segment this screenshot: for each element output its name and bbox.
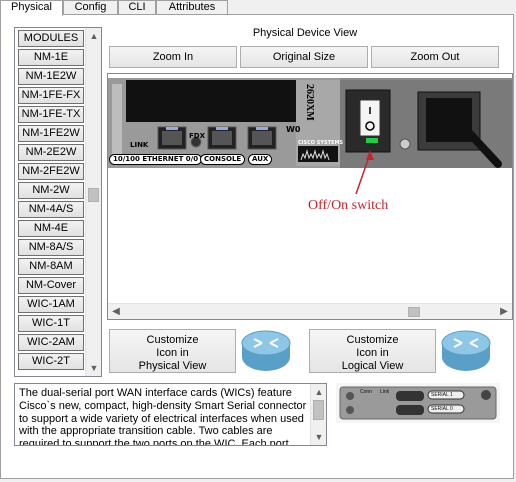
zoom-out-button[interactable]: Zoom Out [371,46,499,68]
device-view-hscroll[interactable]: ◀ ▶ [108,303,512,319]
scroll-left-icon[interactable]: ◀ [108,304,124,319]
module-list-items: MODULES NM-1E NM-1E2W NM-1FE-FX NM-1FE-TX NM-… [16,29,86,372]
tab-physical[interactable]: Physical [0,0,63,16]
module-item[interactable]: NM-8AM [18,258,84,275]
module-item[interactable]: NM-1FE2W [18,125,84,142]
description-text: The dual-serial port WAN interface cards… [19,387,307,446]
module-item[interactable]: NM-2E2W [18,144,84,161]
scroll-up-icon[interactable]: ▲ [86,28,102,44]
console-label: CONSOLE [200,154,246,165]
wic-serial1-label: SERIAL 1 [431,392,453,398]
module-description[interactable]: The dual-serial port WAN interface cards… [14,383,327,446]
module-item[interactable]: NM-4A/S [18,201,84,218]
scroll-down-icon[interactable]: ▼ [311,429,326,445]
module-item[interactable]: WIC-1T [18,315,84,332]
scroll-right-icon[interactable]: ▶ [496,304,512,319]
module-item[interactable]: NM-Cover [18,277,84,294]
module-item[interactable]: NM-1FE-TX [18,106,84,123]
module-item[interactable]: WIC-1AM [18,296,84,313]
module-item[interactable]: NM-8A/S [18,239,84,256]
zoom-in-button[interactable]: Zoom In [109,46,237,68]
customize-physical-button[interactable]: Customize Icon in Physical View [109,329,236,373]
scroll-thumb[interactable] [88,188,99,202]
model-label: 2620XM [304,84,315,121]
scroll-down-icon[interactable]: ▼ [86,360,102,376]
device-view[interactable]: LINK FDX W0 CISCO SYSTEMS 2620XM 10/100 … [107,73,513,320]
module-item[interactable]: NM-2W [18,182,84,199]
scroll-up-icon[interactable]: ▲ [311,384,326,400]
module-item[interactable]: NM-1E2W [18,68,84,85]
module-item[interactable]: NM-1E [18,49,84,66]
wic-conn-label: Conn [360,389,372,395]
module-item[interactable]: MODULES [18,30,84,47]
scroll-thumb[interactable] [313,400,324,420]
module-item[interactable]: WIC-2T [18,353,84,370]
ethernet-label: 10/100 ETHERNET 0/0 [109,154,203,165]
original-size-button[interactable]: Original Size [240,46,368,68]
physical-device-view-title: Physical Device View [252,27,358,39]
module-item[interactable]: WIC-2AM [18,334,84,351]
aux-label: AUX [248,154,273,165]
power-led [366,138,378,143]
module-item[interactable]: NM-2FE2W [18,163,84,180]
tab-cli[interactable]: CLI [118,0,156,15]
tab-config[interactable]: Config [63,0,118,15]
w0-label: W0 [286,125,301,134]
link-label: LINK [130,141,149,149]
module-item[interactable]: NM-4E [18,220,84,237]
wic-link-label: Link [380,389,390,395]
off-on-switch-annotation: Off/On switch [308,198,389,213]
router-icon-logical [441,330,491,371]
customize-logical-button[interactable]: Customize Icon in Logical View [309,329,436,373]
fdx-label: FDX [189,132,205,140]
brand-label: CISCO SYSTEMS [298,140,344,146]
hscroll-thumb[interactable] [408,307,420,317]
router-icon-physical [241,330,291,371]
wic-serial0-label: SERIAL 0 [431,406,453,412]
module-item[interactable]: NM-1FE-FX [18,87,84,104]
tab-attributes[interactable]: Attributes [156,0,228,15]
customize-physical-label: Customize Icon in Physical View [138,334,207,372]
description-scrollbar[interactable]: ▲ ▼ [310,384,326,445]
tab-bar: Physical Config CLI Attributes [0,0,516,16]
module-list-scrollbar[interactable]: ▲ ▼ [85,28,101,376]
customize-logical-label: Customize Icon in Logical View [341,334,404,372]
module-list[interactable]: MODULES NM-1E NM-1E2W NM-1FE-FX NM-1FE-TX NM-… [14,27,102,377]
